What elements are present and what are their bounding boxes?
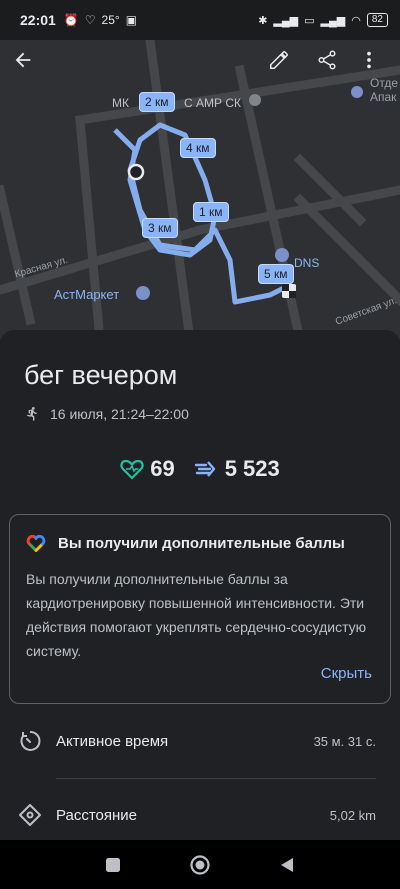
map-place-mk: МК [112, 96, 129, 110]
metric-label: Расстояние [56, 806, 138, 824]
volte-icon: ▭ [304, 14, 315, 27]
metric-row-distance[interactable]: Расстояние 5,02 km [0, 790, 400, 840]
system-nav-bar [0, 840, 400, 889]
heart-points-value: 69 [150, 456, 175, 481]
back-button[interactable] [12, 49, 48, 85]
metric-value: 5,02 km [329, 807, 376, 823]
map-place-astmarket: АстМаркет [54, 287, 120, 302]
heart-points-stat: 69 [120, 456, 175, 482]
distance-icon [19, 804, 41, 826]
workout-datetime: 16 июля, 21:24–22:00 [50, 406, 189, 422]
bonus-card-title: Вы получили дополнительные баллы [58, 534, 345, 552]
steps-stat: 5 523 [193, 456, 280, 482]
km-marker-5: 5 км [258, 264, 294, 284]
workout-stats: 69 5 523 [0, 456, 400, 482]
pencil-icon [270, 51, 288, 69]
start-marker [127, 163, 145, 181]
route-map[interactable]: МК С АМР СК Отде Апак DNS АстМаркет Крас… [0, 40, 400, 340]
google-fit-icon [26, 534, 46, 552]
map-place-apak: Апак [370, 90, 397, 104]
more-options-button[interactable] [358, 49, 394, 85]
more-vert-icon [367, 51, 371, 69]
heart-points-icon [120, 459, 144, 480]
map-place-dns: DNS [294, 256, 320, 270]
wifi-icon: ◠ [351, 14, 361, 27]
steps-icon [194, 461, 215, 477]
signal-icon: ▂▄▆ [273, 14, 299, 27]
metric-label: Активное время [56, 732, 169, 750]
hide-button[interactable]: Скрыть [321, 665, 372, 682]
bonus-card-body: Вы получили дополнительные баллы за кард… [26, 571, 367, 659]
metric-value: 35 м. 31 с. [313, 733, 376, 749]
edit-button[interactable] [268, 49, 304, 85]
battery-indicator: 82 [366, 13, 388, 27]
recent-apps-button[interactable] [104, 856, 122, 874]
status-bar: 22:01 ⏰ ♡ 25° ▣ ✱ ▂▄▆ ▭ ▂▄▆ ◠ 82 [0, 0, 400, 40]
share-button[interactable] [316, 49, 352, 85]
km-marker-4: 4 км [180, 138, 216, 158]
app-notification-icon: ▣ [125, 13, 138, 27]
home-button[interactable] [189, 854, 211, 876]
alarm-icon: ⏰ [63, 13, 79, 27]
steps-value: 5 523 [224, 456, 280, 481]
km-marker-1: 1 км [193, 202, 229, 222]
status-temperature: 25° [101, 13, 120, 27]
km-marker-2: 2 км [139, 92, 175, 112]
workout-title: бег вечером [24, 360, 178, 390]
share-icon [318, 50, 336, 70]
km-marker-3: 3 км [142, 218, 178, 238]
arrow-back-icon [15, 52, 31, 68]
bluetooth-icon: ✱ [258, 14, 268, 27]
bonus-card-header: Вы получили дополнительные баллы [26, 533, 345, 553]
bonus-points-card: Вы получили дополнительные баллы Вы полу… [9, 514, 391, 704]
back-nav-button[interactable] [278, 856, 296, 874]
signal-icon-2: ▂▄▆ [320, 14, 346, 27]
workout-meta: 16 июля, 21:24–22:00 [24, 406, 189, 422]
heart-outline-icon: ♡ [84, 13, 96, 27]
divider [56, 778, 376, 779]
timer-icon [20, 730, 41, 751]
status-time: 22:01 [20, 12, 56, 28]
map-place-amp: С АМР СК [184, 96, 241, 110]
metric-row-active-time[interactable]: Активное время 35 м. 31 с. [0, 716, 400, 766]
running-icon [27, 407, 37, 421]
workout-details-sheet: бег вечером 16 июля, 21:24–22:00 69 5 52… [0, 330, 400, 845]
